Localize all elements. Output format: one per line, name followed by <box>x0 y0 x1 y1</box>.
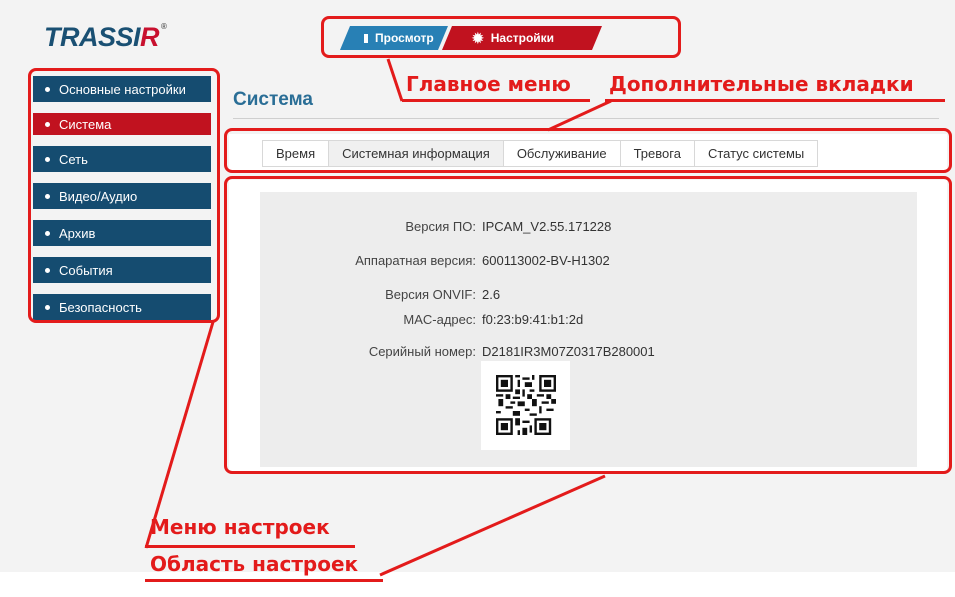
annotation-line-extra-tabs <box>547 99 612 132</box>
annotation-underline-settings-area <box>145 579 383 582</box>
annotation-label-settings-area: Область настроек <box>150 552 359 576</box>
annotation-underline-main-menu <box>402 99 590 102</box>
annotation-line-main-menu <box>386 58 404 102</box>
annotation-underline-extra-tabs <box>605 99 945 102</box>
annotation-label-main-menu: Главное меню <box>406 72 571 96</box>
annotation-label-settings-menu: Меню настроек <box>150 515 330 539</box>
annotation-underline-settings-menu <box>145 545 355 548</box>
annotation-line-settings-area <box>379 474 606 577</box>
annotation-label-extra-tabs: Дополнительные вкладки <box>609 72 914 96</box>
